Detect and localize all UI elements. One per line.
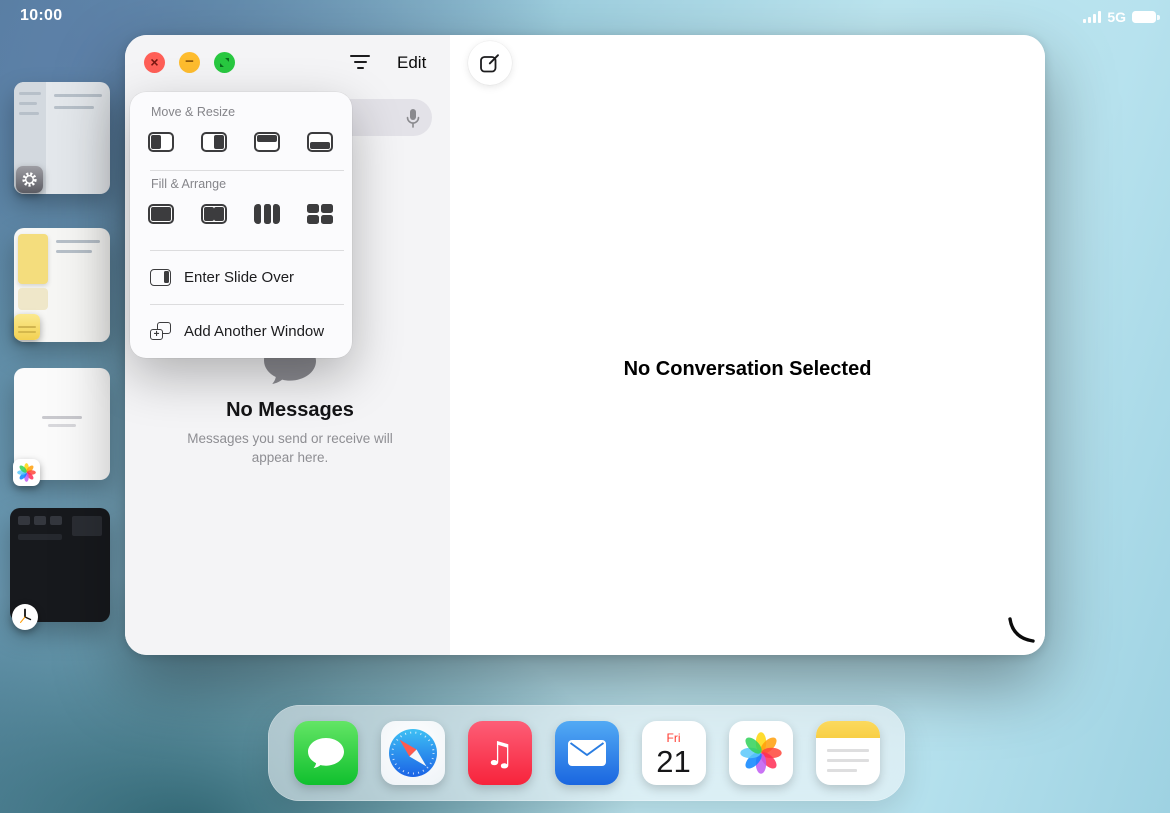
messages-bubble-icon <box>306 736 346 770</box>
add-window-icon: + <box>150 322 171 340</box>
empty-state-subtitle: Messages you send or receive will appear… <box>167 429 413 467</box>
divider <box>150 304 344 305</box>
snap-right-half-button[interactable] <box>201 132 227 152</box>
note-card <box>18 234 48 284</box>
music-note-icon: ♫ <box>485 737 515 770</box>
compose-icon <box>479 52 501 74</box>
messages-window: No Messages Messages you send or receive… <box>125 35 1045 655</box>
settings-gear-icon <box>16 166 43 193</box>
move-resize-options <box>148 132 333 152</box>
move-resize-label: Move & Resize <box>151 105 235 119</box>
dock-music-icon[interactable]: ♫ <box>468 721 532 785</box>
divider <box>150 170 344 171</box>
mail-envelope-icon <box>567 739 607 767</box>
split-three-button[interactable] <box>254 204 280 224</box>
window-options-menu: Move & Resize Fill & Arrange Enter Slide… <box>130 92 352 358</box>
zoom-button[interactable] <box>214 52 235 73</box>
split-two-button[interactable] <box>201 204 227 224</box>
enter-slide-over-item[interactable]: Enter Slide Over <box>130 257 352 297</box>
safari-compass-icon <box>388 728 438 778</box>
dock-safari-icon[interactable] <box>381 721 445 785</box>
calendar-day-label: Fri <box>667 731 681 745</box>
status-time: 10:00 <box>20 7 62 25</box>
calendar-date-label: 21 <box>656 746 690 777</box>
divider <box>150 250 344 251</box>
compose-button[interactable] <box>468 41 512 85</box>
slide-over-icon <box>150 269 171 286</box>
snap-top-half-button[interactable] <box>254 132 280 152</box>
dock-notes-icon[interactable] <box>816 721 880 785</box>
filter-icon[interactable] <box>349 55 371 71</box>
no-conversation-label: No Conversation Selected <box>450 358 1045 381</box>
battery-icon <box>1132 11 1156 23</box>
note-card <box>18 288 48 310</box>
dock-photos-icon[interactable] <box>729 721 793 785</box>
empty-state-title: No Messages <box>170 399 410 422</box>
fill-arrange-label: Fill & Arrange <box>151 177 226 191</box>
clock-icon <box>12 604 38 630</box>
minimize-button[interactable]: − <box>179 52 200 73</box>
microphone-icon[interactable] <box>405 107 421 134</box>
conversation-pane: No Conversation Selected <box>450 35 1045 655</box>
dock-messages-icon[interactable] <box>294 721 358 785</box>
dock-mail-icon[interactable] <box>555 721 619 785</box>
fill-arrange-options <box>148 204 333 224</box>
enter-slide-over-label: Enter Slide Over <box>184 269 294 286</box>
add-another-window-item[interactable]: + Add Another Window <box>130 311 352 351</box>
window-controls: × − <box>144 52 235 73</box>
status-indicators: 5G <box>1083 9 1156 25</box>
add-another-window-label: Add Another Window <box>184 323 324 340</box>
network-type-label: 5G <box>1107 9 1126 25</box>
grid-four-button[interactable] <box>307 204 333 224</box>
snap-left-half-button[interactable] <box>148 132 174 152</box>
photos-flower-icon <box>738 730 784 776</box>
close-button[interactable]: × <box>144 52 165 73</box>
edit-button[interactable]: Edit <box>397 53 426 73</box>
notes-yellow-strip <box>816 721 880 738</box>
cellular-signal-icon <box>1083 11 1101 23</box>
fill-screen-button[interactable] <box>148 204 174 224</box>
dock-calendar-icon[interactable]: Fri 21 <box>642 721 706 785</box>
sticky-note-icon <box>14 314 40 340</box>
dock: ♫ Fri 21 <box>268 705 905 801</box>
window-resize-handle[interactable] <box>1007 617 1035 648</box>
photos-flower-icon <box>13 459 40 486</box>
expand-arrows-icon <box>219 57 230 68</box>
snap-bottom-half-button[interactable] <box>307 132 333 152</box>
